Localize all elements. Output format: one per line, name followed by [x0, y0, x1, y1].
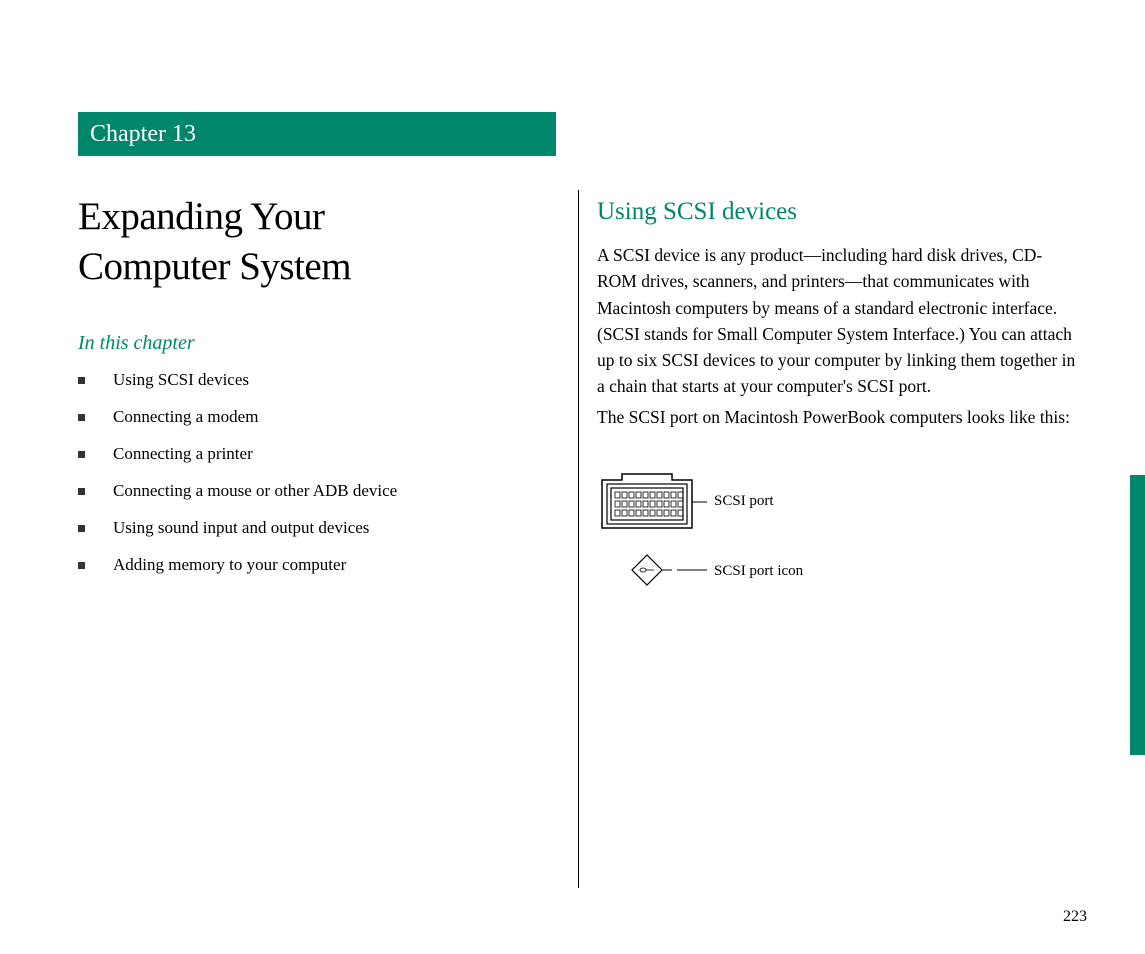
- chapter-title-line2: Computer System: [78, 245, 351, 288]
- toc-item-text: Using SCSI devices: [113, 370, 249, 390]
- toc-item-text: Connecting a modem: [113, 407, 258, 427]
- toc-heading: In this chapter: [78, 332, 195, 355]
- toc-item: Adding memory to your computer: [78, 555, 397, 575]
- column-divider: [578, 190, 579, 888]
- bullet-icon: [78, 414, 85, 421]
- scsi-diagram: [597, 470, 707, 590]
- chapter-title: Expanding Your Computer System: [78, 192, 351, 292]
- diagram-label-icon: SCSI port icon: [714, 563, 803, 580]
- bullet-icon: [78, 488, 85, 495]
- chapter-label: Chapter 13: [90, 121, 196, 148]
- body-paragraph: The SCSI port on Macintosh PowerBook com…: [597, 404, 1077, 430]
- toc-item: Using sound input and output devices: [78, 518, 397, 538]
- page-number: 223: [1063, 908, 1087, 926]
- edge-tab: [1130, 475, 1145, 755]
- toc-item: Connecting a modem: [78, 407, 397, 427]
- toc-item: Connecting a printer: [78, 444, 397, 464]
- toc-item: Using SCSI devices: [78, 370, 397, 390]
- bullet-icon: [78, 377, 85, 384]
- body-paragraph: A SCSI device is any product—including h…: [597, 242, 1077, 400]
- toc-item-text: Adding memory to your computer: [113, 555, 346, 575]
- chapter-banner: Chapter 13: [78, 112, 556, 156]
- scsi-port-icon: [597, 470, 707, 590]
- bullet-icon: [78, 451, 85, 458]
- section-heading: Using SCSI devices: [597, 198, 797, 226]
- toc-item: Connecting a mouse or other ADB device: [78, 481, 397, 501]
- toc-item-text: Connecting a mouse or other ADB device: [113, 481, 397, 501]
- toc-item-text: Connecting a printer: [113, 444, 253, 464]
- toc-item-text: Using sound input and output devices: [113, 518, 369, 538]
- chapter-title-line1: Expanding Your: [78, 195, 325, 238]
- diagram-label-port: SCSI port: [714, 493, 774, 510]
- bullet-icon: [78, 525, 85, 532]
- toc-list: Using SCSI devices Connecting a modem Co…: [78, 370, 397, 592]
- bullet-icon: [78, 562, 85, 569]
